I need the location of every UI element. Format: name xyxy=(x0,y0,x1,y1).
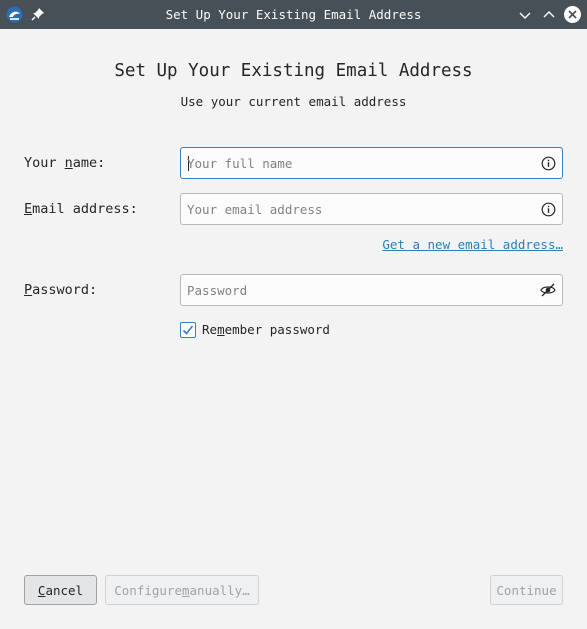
close-icon[interactable] xyxy=(563,5,582,24)
remember-password-label[interactable]: Remember password xyxy=(202,322,330,337)
cancel-button[interactable]: Cancel xyxy=(24,575,97,605)
checkmark-icon xyxy=(182,325,194,335)
name-field[interactable] xyxy=(180,147,563,179)
password-input[interactable] xyxy=(187,275,527,305)
chevron-up-icon[interactable] xyxy=(539,5,558,24)
title-bar: Set Up Your Existing Email Address xyxy=(0,0,587,29)
name-input[interactable] xyxy=(187,148,527,178)
get-new-email-link[interactable]: Get a new email address… xyxy=(382,237,563,252)
name-label: Your name: xyxy=(24,155,106,171)
remember-password-checkbox[interactable] xyxy=(180,322,196,338)
info-icon[interactable] xyxy=(540,155,556,171)
info-icon[interactable] xyxy=(540,201,556,217)
email-label: Email address: xyxy=(24,201,138,217)
page-title: Set Up Your Existing Email Address xyxy=(114,61,473,81)
configure-manually-button[interactable]: Configure m anually… xyxy=(105,575,259,605)
chevron-down-icon[interactable] xyxy=(515,5,534,24)
continue-button[interactable]: Continue xyxy=(490,575,563,605)
password-field[interactable] xyxy=(180,274,563,306)
eye-slash-icon[interactable] xyxy=(540,282,556,298)
email-field[interactable] xyxy=(180,193,563,225)
email-input[interactable] xyxy=(187,194,527,224)
password-label: Password: xyxy=(24,282,98,298)
page-subtitle: Use your current email address xyxy=(180,94,407,109)
window-title: Set Up Your Existing Email Address xyxy=(165,7,422,22)
